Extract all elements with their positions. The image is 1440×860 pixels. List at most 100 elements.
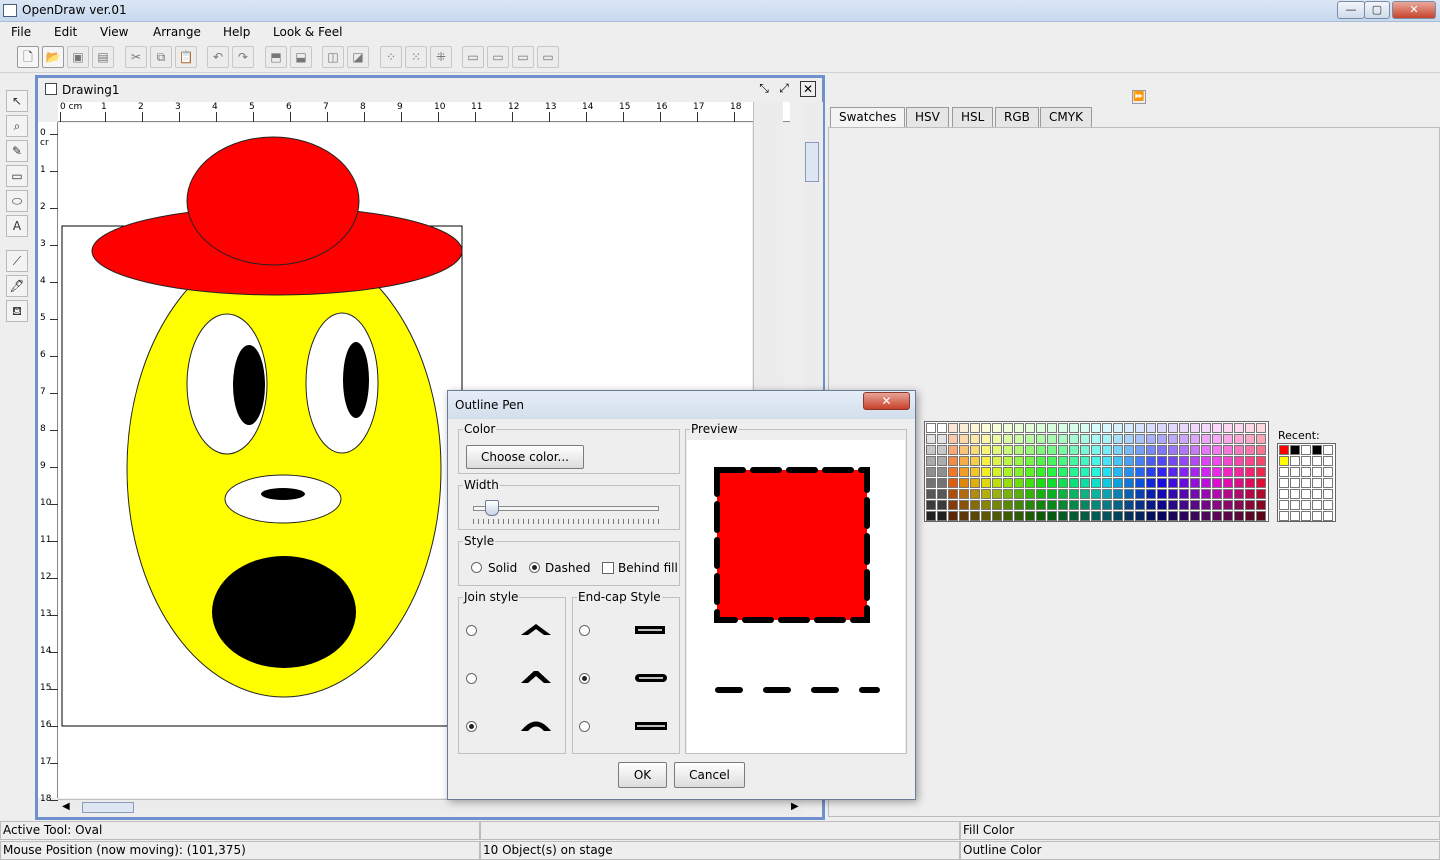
color-swatch[interactable] xyxy=(1113,489,1123,499)
color-swatch[interactable] xyxy=(970,467,980,477)
color-swatch[interactable] xyxy=(1102,434,1112,444)
color-swatch[interactable] xyxy=(1190,445,1200,455)
color-swatch[interactable] xyxy=(981,478,991,488)
color-swatch[interactable] xyxy=(1179,500,1189,510)
color-swatch[interactable] xyxy=(1102,500,1112,510)
collapse-panel-icon[interactable]: ⏩ xyxy=(1132,90,1146,104)
color-swatch[interactable] xyxy=(1157,423,1167,433)
color-swatch[interactable] xyxy=(1146,511,1156,521)
oval-tool-icon[interactable]: ⬭ xyxy=(6,190,28,212)
color-swatch[interactable] xyxy=(1113,511,1123,521)
color-swatch[interactable] xyxy=(1212,467,1222,477)
color-swatch[interactable] xyxy=(1025,500,1035,510)
redo-icon[interactable]: ↷ xyxy=(232,46,254,68)
color-swatch[interactable] xyxy=(1135,511,1145,521)
recent-color-swatch[interactable] xyxy=(1290,445,1300,455)
endcap-square-radio[interactable] xyxy=(579,721,590,732)
color-swatch[interactable] xyxy=(948,456,958,466)
color-swatch[interactable] xyxy=(1135,478,1145,488)
menu-file[interactable]: File xyxy=(11,25,31,39)
color-swatch[interactable] xyxy=(1256,511,1266,521)
color-swatch[interactable] xyxy=(1157,445,1167,455)
color-swatch[interactable] xyxy=(1113,445,1123,455)
width-slider-track[interactable] xyxy=(473,506,659,511)
color-swatch[interactable] xyxy=(1014,434,1024,444)
color-swatch[interactable] xyxy=(1179,467,1189,477)
color-swatch[interactable] xyxy=(992,478,1002,488)
recent-color-swatch[interactable] xyxy=(1312,445,1322,455)
color-swatch[interactable] xyxy=(981,456,991,466)
color-swatch[interactable] xyxy=(1256,489,1266,499)
align-center-icon[interactable]: ▭ xyxy=(487,46,509,68)
color-swatch[interactable] xyxy=(1245,445,1255,455)
color-swatch[interactable] xyxy=(948,445,958,455)
recent-color-swatch[interactable] xyxy=(1323,489,1333,499)
recent-swatch-grid[interactable] xyxy=(1277,443,1336,522)
color-swatch[interactable] xyxy=(1058,467,1068,477)
recent-color-swatch[interactable] xyxy=(1301,467,1311,477)
recent-color-swatch[interactable] xyxy=(1323,456,1333,466)
outline-pen-tool-icon[interactable]: 🖋 xyxy=(6,275,28,297)
hat-crown[interactable] xyxy=(186,136,360,266)
color-swatch[interactable] xyxy=(1179,511,1189,521)
color-swatch[interactable] xyxy=(948,423,958,433)
color-swatch[interactable] xyxy=(1135,434,1145,444)
behind-fill-checkbox[interactable] xyxy=(602,562,614,574)
color-swatch[interactable] xyxy=(981,500,991,510)
color-swatch[interactable] xyxy=(937,456,947,466)
color-swatch[interactable] xyxy=(1201,445,1211,455)
recent-color-swatch[interactable] xyxy=(1312,511,1322,521)
color-swatch[interactable] xyxy=(1113,478,1123,488)
left-pupil[interactable] xyxy=(233,345,265,425)
color-swatch[interactable] xyxy=(926,445,936,455)
color-swatch[interactable] xyxy=(1146,434,1156,444)
color-swatch[interactable] xyxy=(1157,489,1167,499)
color-swatch[interactable] xyxy=(959,478,969,488)
minimize-button[interactable]: — xyxy=(1337,1,1365,19)
color-swatch[interactable] xyxy=(1135,489,1145,499)
color-swatch[interactable] xyxy=(1058,423,1068,433)
color-swatch[interactable] xyxy=(1124,478,1134,488)
color-swatch[interactable] xyxy=(1047,511,1057,521)
delete-selection-icon[interactable]: ⁜ xyxy=(430,46,452,68)
color-swatch[interactable] xyxy=(1047,478,1057,488)
color-swatch[interactable] xyxy=(1179,423,1189,433)
maximize-frame-icon[interactable]: ⤢ xyxy=(776,81,792,97)
recent-color-swatch[interactable] xyxy=(1279,467,1289,477)
color-swatch[interactable] xyxy=(1146,423,1156,433)
color-swatch[interactable] xyxy=(1212,500,1222,510)
color-swatch[interactable] xyxy=(1080,489,1090,499)
color-swatch[interactable] xyxy=(1025,456,1035,466)
color-swatch[interactable] xyxy=(992,456,1002,466)
color-swatch[interactable] xyxy=(1179,478,1189,488)
recent-color-swatch[interactable] xyxy=(1301,511,1311,521)
rectangle-tool-icon[interactable]: ▭ xyxy=(6,165,28,187)
color-swatch[interactable] xyxy=(1223,489,1233,499)
color-swatch[interactable] xyxy=(1256,456,1266,466)
color-swatch[interactable] xyxy=(959,445,969,455)
h-scroll-thumb[interactable] xyxy=(82,802,134,813)
color-swatch[interactable] xyxy=(1234,434,1244,444)
color-swatch[interactable] xyxy=(937,423,947,433)
color-swatch[interactable] xyxy=(959,511,969,521)
color-swatch[interactable] xyxy=(1157,434,1167,444)
color-swatch[interactable] xyxy=(1146,467,1156,477)
color-swatch[interactable] xyxy=(1146,500,1156,510)
recent-color-swatch[interactable] xyxy=(1301,445,1311,455)
ok-button[interactable]: OK xyxy=(618,762,667,788)
color-swatch[interactable] xyxy=(1113,423,1123,433)
paste-icon[interactable]: 📋 xyxy=(175,46,197,68)
color-swatch[interactable] xyxy=(981,423,991,433)
color-swatch[interactable] xyxy=(1025,434,1035,444)
color-swatch[interactable] xyxy=(1047,456,1057,466)
color-swatch[interactable] xyxy=(1080,500,1090,510)
color-swatch[interactable] xyxy=(1113,500,1123,510)
color-swatch[interactable] xyxy=(992,511,1002,521)
color-swatch[interactable] xyxy=(1223,423,1233,433)
nostril[interactable] xyxy=(261,488,305,500)
color-swatch[interactable] xyxy=(1014,489,1024,499)
color-swatch[interactable] xyxy=(1003,500,1013,510)
color-swatch[interactable] xyxy=(992,489,1002,499)
color-swatch[interactable] xyxy=(1036,500,1046,510)
width-slider-thumb[interactable] xyxy=(485,500,499,516)
